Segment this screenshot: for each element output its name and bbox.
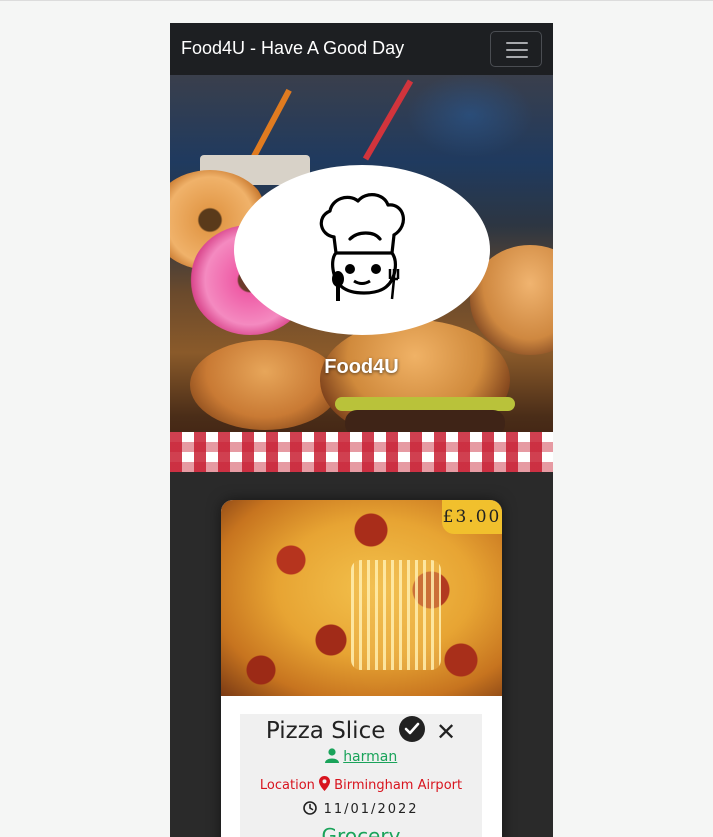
user-link[interactable]: harman xyxy=(343,749,397,765)
clock-icon xyxy=(303,801,318,815)
listing-date: 11/01/2022 xyxy=(323,802,419,817)
navbar-brand[interactable]: Food4U - Have A Good Day xyxy=(181,38,404,59)
map-pin-icon xyxy=(319,776,331,791)
listing-user-row: harman xyxy=(240,748,482,765)
location-value: Birmingham Airport xyxy=(334,778,463,793)
chef-hat-logo-icon xyxy=(319,193,405,301)
listing-card[interactable]: £3.00 Pizza Slice ✕ harman Location Birm… xyxy=(221,500,502,837)
hero-decoration xyxy=(335,397,515,411)
listing-title-row: Pizza Slice ✕ xyxy=(240,716,482,746)
price-badge: £3.00 xyxy=(442,500,502,534)
listing-location-row: Location Birmingham Airport xyxy=(240,776,482,793)
top-border xyxy=(0,0,713,1)
navbar-toggler-button[interactable] xyxy=(490,31,542,67)
hero-decoration xyxy=(362,79,414,161)
listing-image-detail xyxy=(351,560,441,670)
location-label: Location xyxy=(259,778,315,793)
navbar: Food4U - Have A Good Day xyxy=(170,23,553,75)
listing-title: Pizza Slice xyxy=(265,718,386,744)
user-icon xyxy=(324,748,339,763)
listing-category: Grocery xyxy=(321,824,401,837)
close-icon[interactable]: ✕ xyxy=(436,718,456,746)
logo-badge xyxy=(234,165,490,335)
listing-date-row: 11/01/2022 xyxy=(240,801,482,817)
hero-banner: Food4U xyxy=(170,75,553,472)
listing-info: Pizza Slice ✕ harman Location Birmingham… xyxy=(240,714,482,837)
check-circle-icon[interactable] xyxy=(398,716,425,742)
hero-decoration xyxy=(190,340,340,430)
mobile-viewport: Food4U - Have A Good Day Food4U £3.00 Pi… xyxy=(170,23,553,837)
hero-title: Food4U xyxy=(324,356,399,378)
hero-decoration xyxy=(170,432,553,472)
